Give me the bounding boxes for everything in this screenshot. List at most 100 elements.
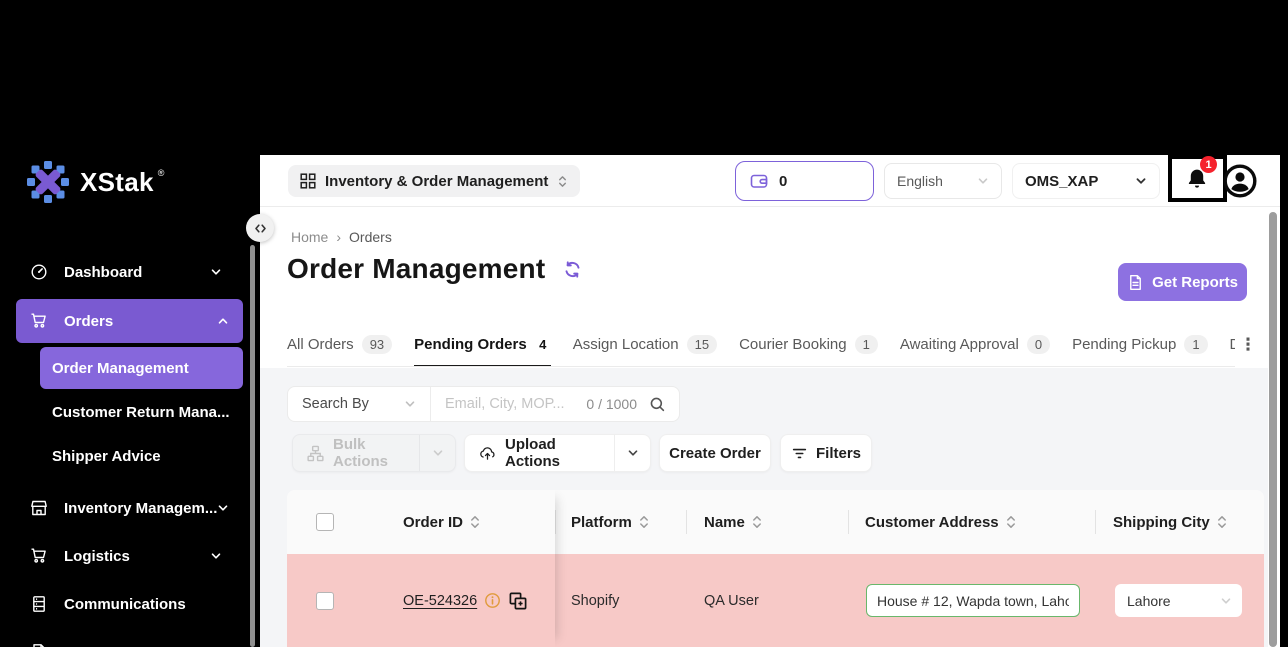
select-all-checkbox[interactable] [316, 513, 334, 531]
table-header: Order ID Platform Name Customer Address … [287, 490, 1264, 554]
refresh-icon[interactable] [563, 260, 582, 279]
sidebar-item-dashboard[interactable]: Dashboard [0, 250, 250, 294]
brand-name: XStak [80, 166, 154, 197]
sidebar-scrollbar[interactable] [250, 245, 255, 647]
search-input[interactable] [431, 396, 587, 412]
breadcrumb: Home › Orders [291, 229, 392, 245]
row-checkbox[interactable] [316, 592, 334, 610]
platform-cell: Shopify [571, 554, 619, 647]
page-title: Order Management [287, 253, 546, 284]
info-icon[interactable] [484, 592, 501, 609]
upload-actions-button[interactable]: Upload Actions [464, 434, 651, 472]
grid-icon [300, 173, 316, 189]
tabs-more-icon[interactable]: ⋮ [1236, 333, 1260, 357]
chevron-down-icon [977, 175, 989, 187]
language-select[interactable]: English [884, 163, 1002, 199]
tab-pending-orders[interactable]: Pending Orders 4 [414, 323, 551, 366]
column-label: Shipping City [1113, 513, 1210, 531]
sort-icon[interactable] [1217, 514, 1228, 530]
sidebar-item-label: Dashboard [64, 263, 143, 281]
customer-address-input[interactable] [866, 584, 1080, 617]
sort-icon[interactable] [1006, 514, 1017, 530]
page-scrollbar[interactable] [1269, 212, 1277, 647]
search-char-counter: 0 / 1000 [586, 396, 637, 412]
table-row: OE-524326 Shopify QA User House # 12, Wa… [287, 554, 1264, 647]
sidebar-item-orders[interactable]: Orders [16, 299, 243, 343]
chevron-down-icon [404, 398, 416, 410]
customer-address-cell [866, 554, 1080, 647]
search-by-select[interactable]: Search By [288, 387, 431, 421]
column-divider [1095, 510, 1096, 534]
column-label: Name [704, 513, 745, 531]
sidebar-item-order-management[interactable]: Order Management [40, 347, 243, 389]
sidebar: XStak ® Dashboard Orders Order Managemen… [0, 0, 260, 647]
sidebar-item-logistics[interactable]: Logistics [0, 534, 250, 578]
app-switcher[interactable]: Inventory & Order Management [288, 165, 581, 197]
profile-avatar[interactable] [1223, 164, 1257, 198]
duplicate-order-icon[interactable] [508, 591, 528, 611]
sidebar-item-label: Orders [64, 312, 114, 330]
language-selected: English [897, 173, 943, 189]
shipping-city-select[interactable]: Lahore [1115, 584, 1242, 617]
filters-button[interactable]: Filters [780, 434, 872, 472]
xstak-logo-icon [26, 160, 70, 204]
column-divider [686, 510, 687, 534]
chevron-down-icon [1135, 175, 1147, 187]
create-order-button[interactable]: Create Order [659, 434, 771, 472]
brand-logo: XStak ® [26, 160, 164, 204]
column-label: Customer Address [865, 513, 999, 531]
column-label: Platform [571, 513, 632, 531]
sidebar-item-communications[interactable]: Communications [0, 582, 250, 626]
name-value: QA User [704, 592, 759, 609]
tab-label: All Orders [287, 336, 354, 353]
breadcrumb-separator: › [336, 229, 342, 245]
column-header-order-id[interactable]: Order ID [403, 490, 481, 554]
get-reports-label: Get Reports [1152, 273, 1238, 291]
sidebar-item-shipper-advice[interactable]: Shipper Advice [52, 438, 161, 474]
breadcrumb-home[interactable]: Home [291, 229, 328, 245]
wallet-counter[interactable]: 0 [735, 161, 874, 201]
search-by-label: Search By [302, 396, 369, 412]
tab-dispatched[interactable]: Dispatc [1230, 323, 1235, 366]
sidebar-item-reports[interactable]: Reports [0, 630, 250, 647]
workspace-select[interactable]: OMS_XAP [1012, 163, 1160, 199]
tab-count-badge: 4 [534, 335, 551, 354]
search-icon[interactable] [649, 396, 666, 413]
order-id-link[interactable]: OE-524326 [403, 593, 477, 609]
sort-icon[interactable] [752, 514, 763, 530]
tab-count-badge: 1 [854, 335, 878, 354]
cart-icon [30, 547, 48, 565]
sitemap-icon [307, 445, 324, 462]
column-header-shipping-city[interactable]: Shipping City [1113, 490, 1228, 554]
column-divider [848, 510, 849, 534]
chevron-down-icon [210, 266, 222, 278]
sort-icon[interactable] [470, 514, 481, 530]
sidebar-item-inventory-management[interactable]: Inventory Managem... [0, 486, 250, 530]
sidebar-item-customer-return-management[interactable]: Customer Return Mana... [52, 394, 230, 430]
get-reports-button[interactable]: Get Reports [1118, 263, 1247, 301]
platform-value: Shopify [571, 592, 620, 609]
bulk-actions-button: Bulk Actions [292, 434, 456, 472]
tab-awaiting-approval[interactable]: Awaiting Approval 0 [900, 323, 1051, 366]
sidebar-item-label: Shipper Advice [52, 447, 161, 465]
notification-highlight-box [1168, 155, 1227, 202]
order-tabs: All Orders 93 Pending Orders 4 Assign Lo… [287, 323, 1235, 367]
upload-actions-dropdown[interactable] [614, 435, 650, 471]
sidebar-item-label: Inventory Managem... [64, 499, 218, 517]
registered-mark: ® [157, 168, 165, 178]
orders-table: Order ID Platform Name Customer Address … [287, 490, 1264, 647]
shipping-city-cell: Lahore [1115, 554, 1242, 647]
tab-courier-booking[interactable]: Courier Booking 1 [739, 323, 878, 366]
sidebar-collapse-handle[interactable] [246, 214, 274, 242]
tab-all-orders[interactable]: All Orders 93 [287, 323, 393, 366]
tab-assign-location[interactable]: Assign Location 15 [573, 323, 718, 366]
tab-pending-pickup[interactable]: Pending Pickup 1 [1072, 323, 1208, 366]
search-bar: Search By 0 / 1000 [287, 386, 680, 422]
workspace-selected: OMS_XAP [1025, 172, 1099, 190]
column-header-name[interactable]: Name [704, 490, 763, 554]
bulk-actions-dropdown [419, 435, 455, 471]
column-header-platform[interactable]: Platform [571, 490, 650, 554]
sort-icon[interactable] [639, 514, 650, 530]
column-header-customer-address[interactable]: Customer Address [865, 490, 1017, 554]
topbar: Inventory & Order Management 0 English O… [260, 155, 1280, 207]
